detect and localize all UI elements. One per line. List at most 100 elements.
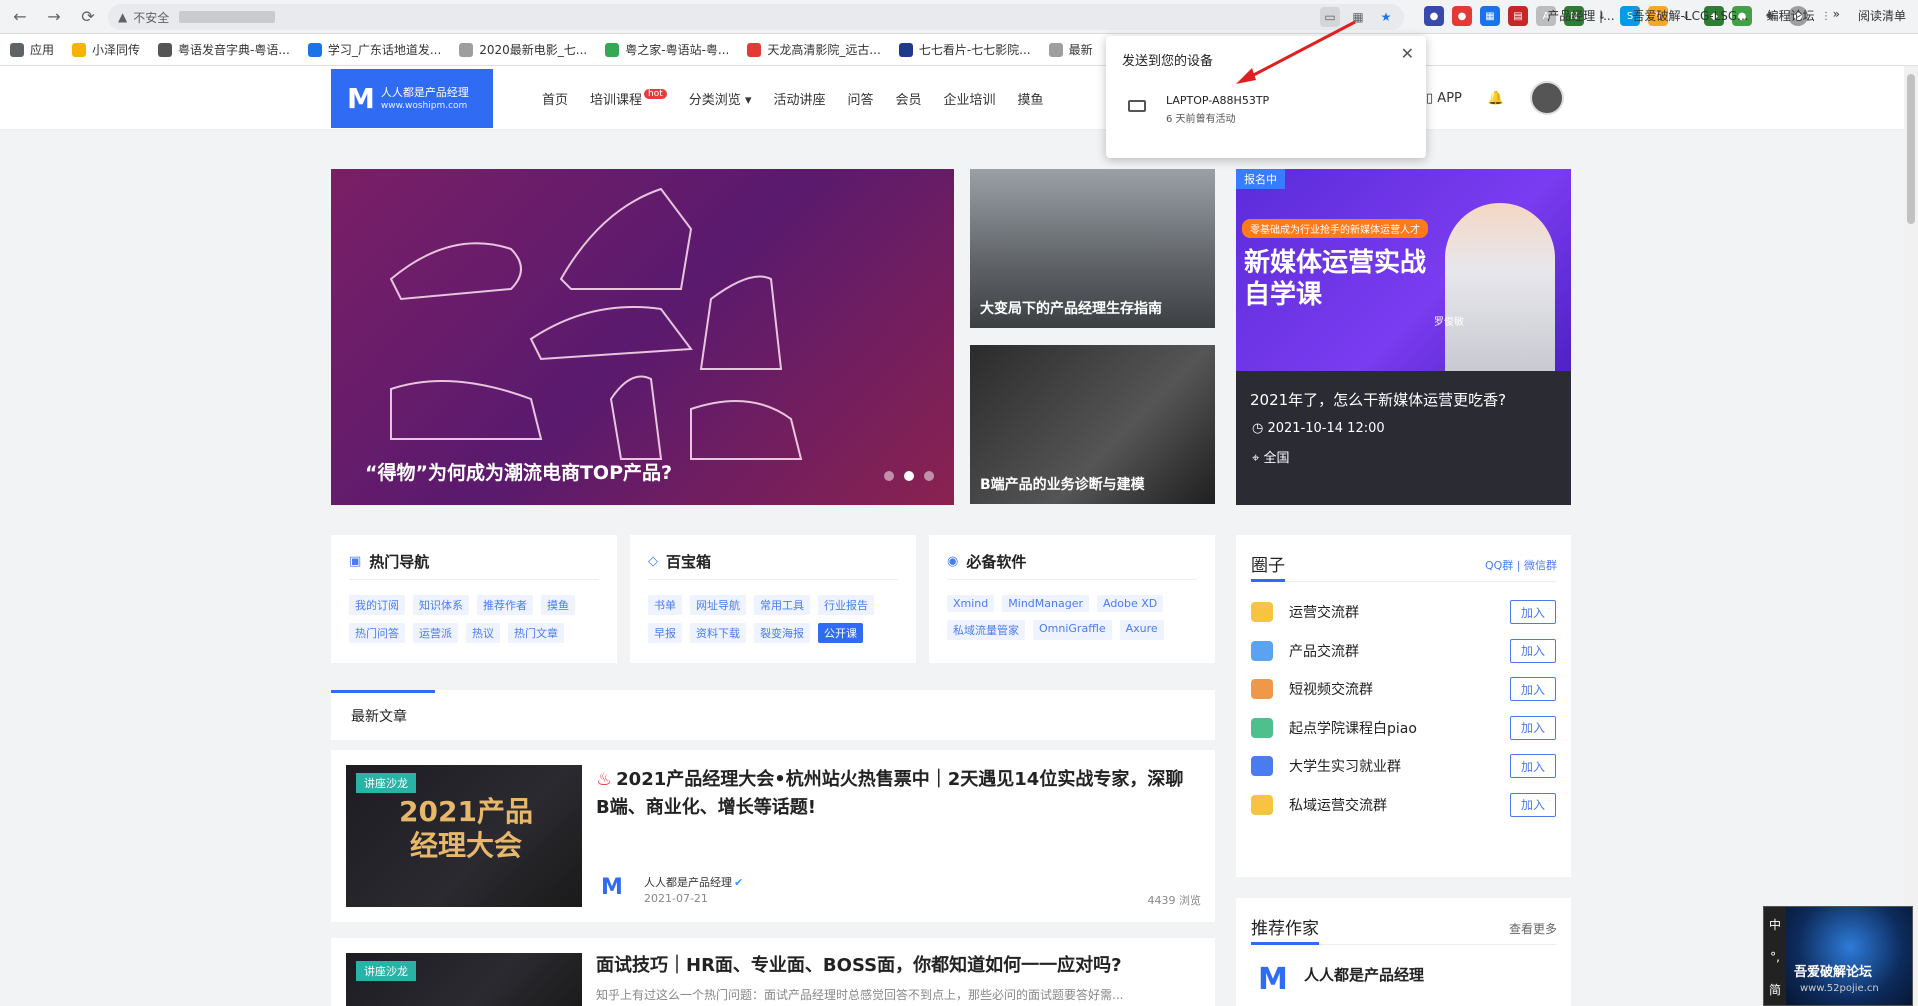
join-group-button[interactable]: 加入 <box>1510 754 1556 778</box>
scrollbar-thumb[interactable] <box>1907 74 1915 224</box>
bookmark-item[interactable]: 粤语发音字典-粤语... <box>158 41 290 58</box>
banner-side-card[interactable]: B端产品的业务诊断与建模 <box>970 345 1215 504</box>
back-icon[interactable]: ← <box>6 3 34 31</box>
bookmark-item[interactable]: 编程论坛 <box>1767 7 1815 24</box>
site-logo[interactable]: M 人人都是产品经理 www.woshipm.com <box>331 69 493 128</box>
nav-training[interactable]: 培训课程 hot <box>590 88 667 108</box>
banner-side-caption: 大变局下的产品经理生存指南 <box>980 301 1162 317</box>
chevron-down-icon: ▾ <box>744 92 752 108</box>
bookmark-favicon-icon <box>158 42 173 57</box>
article-author[interactable]: 人人都是产品经理 ✔ <box>644 874 743 890</box>
nav-events[interactable]: 活动讲座 <box>773 89 825 108</box>
page-scrollbar[interactable] <box>1904 66 1918 1006</box>
nav-home[interactable]: 首页 <box>542 89 568 108</box>
nav-tag[interactable]: Adobe XD <box>1096 595 1164 612</box>
forward-icon[interactable]: → <box>40 3 68 31</box>
bookmark-item[interactable]: 天龙高清影院_远古... <box>747 41 881 58</box>
ime-mode[interactable]: 中 <box>1769 916 1781 933</box>
nav-tag[interactable]: 我的订阅 <box>349 595 405 615</box>
nav-tag[interactable]: 热门文章 <box>508 623 564 643</box>
device-name[interactable]: LAPTOP-A88H53TP <box>1166 94 1269 107</box>
ime-punct[interactable]: °, <box>1770 950 1780 964</box>
nav-tag[interactable]: 资料下载 <box>690 623 746 643</box>
star-bookmark-icon[interactable]: ★ <box>1376 7 1396 27</box>
article-title[interactable]: ♨ 2021产品经理大会•杭州站火热售票中｜2天遇见14位实战专家，深聊B端、商业… <box>596 766 1196 822</box>
app-link[interactable]: ▯ APP <box>1426 91 1462 106</box>
extension-icon[interactable]: ▤ <box>1508 6 1528 26</box>
extension-icon[interactable]: ▦ <box>1480 6 1500 26</box>
ime-simplified[interactable]: 简 <box>1769 981 1781 998</box>
join-group-button[interactable]: 加入 <box>1510 600 1556 624</box>
bookmark-item[interactable]: 2020最新电影_七... <box>459 41 587 58</box>
bookmark-item[interactable]: 学习_广东话地道发... <box>307 41 441 58</box>
bookmark-item[interactable]: 应用 <box>10 41 54 58</box>
chat-bubble-icon <box>1251 717 1273 738</box>
nav-tag[interactable]: 私域流量管家 <box>947 620 1025 640</box>
groups-switch[interactable]: QQ群 | 微信群 <box>1485 557 1557 573</box>
article-title[interactable]: 面试技巧｜HR面、专业面、BOSS面，你都知道如何一一应对吗? <box>596 952 1196 980</box>
extension-icon[interactable]: ● <box>1452 6 1472 26</box>
nav-tag[interactable]: 运营派 <box>413 623 458 643</box>
nav-tag[interactable]: MindManager <box>1002 595 1089 612</box>
nav-tag[interactable]: 推荐作者 <box>477 595 533 615</box>
nav-browse[interactable]: 分类浏览 ▾ <box>689 89 752 108</box>
bookmark-item[interactable]: 七七看片-七七影院... <box>898 41 1031 58</box>
main-banner[interactable]: “得物”为何成为潮流电商TOP产品? <box>331 169 954 505</box>
bookmark-item[interactable]: 产品经理 |... <box>1547 7 1614 24</box>
chat-bubble-icon <box>1251 640 1273 661</box>
latest-articles-tab[interactable]: 最新文章 <box>331 690 1215 740</box>
warning-icon: ▲ <box>118 10 128 24</box>
nav-tag[interactable]: 公开课 <box>818 623 863 643</box>
close-icon[interactable]: ✕ <box>1401 44 1414 63</box>
join-group-button[interactable]: 加入 <box>1510 715 1556 740</box>
nav-tag[interactable]: 热议 <box>466 623 500 643</box>
writers-more-link[interactable]: 查看更多 <box>1509 920 1557 937</box>
bookmark-label: 天龙高清影院_远古... <box>767 43 881 57</box>
join-group-button[interactable]: 加入 <box>1510 638 1556 663</box>
join-group-button[interactable]: 加入 <box>1510 792 1556 817</box>
bookmark-item[interactable]: 小泽同传 <box>72 41 140 58</box>
bookmark-item[interactable]: 最新 <box>1048 41 1093 58</box>
article-card[interactable]: 讲座沙龙 2021产品经理大会 ♨ 2021产品经理大会•杭州站火热售票中｜2天遇… <box>331 750 1215 922</box>
user-avatar[interactable] <box>1530 81 1565 115</box>
nav-tag[interactable]: Axure <box>1119 620 1164 640</box>
article-card[interactable]: 讲座沙龙 面试技巧｜HR面、专业面、BOSS面，你都知道如何一一应对吗? 知乎上… <box>331 938 1215 1006</box>
nav-fish[interactable]: 摸鱼 <box>1018 89 1044 108</box>
bookmark-item[interactable]: 阅读清单 <box>1858 7 1906 24</box>
ime-toolbar[interactable]: 中 °, 简 <box>1764 907 1786 1005</box>
bookmark-favicon-icon <box>605 42 620 57</box>
carousel-dot[interactable] <box>904 471 914 481</box>
carousel-dot[interactable] <box>884 471 894 481</box>
nav-tag[interactable]: 摸鱼 <box>541 595 575 615</box>
bookmark-item[interactable]: 吾爱破解-LCG-LSG... <box>1633 7 1749 24</box>
article-thumbnail[interactable]: 讲座沙龙 2021产品经理大会 <box>346 765 582 907</box>
writer-name[interactable]: 人人都是产品经理 <box>1304 964 1424 985</box>
nav-tag[interactable]: Xmind <box>947 595 995 612</box>
nav-tag[interactable]: 知识体系 <box>413 595 469 615</box>
bookmark-item[interactable]: 粤之家-粤语站-粤... <box>605 41 729 58</box>
nav-tag[interactable]: 行业报告 <box>818 595 874 615</box>
bell-icon[interactable]: 🔔 <box>1488 91 1504 106</box>
ime-widget[interactable]: 中 °, 简 吾爱破解论坛 www.52pojie.cn <box>1763 906 1913 1006</box>
join-group-button[interactable]: 加入 <box>1510 677 1556 701</box>
nav-qa[interactable]: 问答 <box>847 89 873 108</box>
bookmark-item[interactable]: » <box>1833 7 1840 24</box>
address-bar[interactable]: ▲ 不安全 ▭ ▦ ★ <box>108 4 1404 30</box>
nav-tag[interactable]: 常用工具 <box>754 595 810 615</box>
event-promo-card[interactable]: 报名中 零基础成为行业抢手的新媒体运营人才 新媒体运营实战自学课 罗俊敏 202… <box>1236 169 1571 505</box>
nav-tag[interactable]: 书单 <box>648 595 682 615</box>
nav-member[interactable]: 会员 <box>896 89 922 108</box>
carousel-dot[interactable] <box>924 471 934 481</box>
reload-icon[interactable]: ⟳ <box>74 3 102 31</box>
nav-tag[interactable]: OmniGraffle <box>1033 620 1112 640</box>
banner-side-card[interactable]: 大变局下的产品经理生存指南 <box>970 169 1215 328</box>
extension-icon[interactable]: ● <box>1424 6 1444 26</box>
nav-tag[interactable]: 早报 <box>648 623 682 643</box>
nav-enterprise[interactable]: 企业培训 <box>944 89 996 108</box>
nav-tag[interactable]: 裂变海报 <box>754 623 810 643</box>
nav-tag[interactable]: 网址导航 <box>690 595 746 615</box>
nav-tag[interactable]: 热门问答 <box>349 623 405 643</box>
article-thumbnail[interactable]: 讲座沙龙 <box>346 953 582 1006</box>
promo-headline: 新媒体运营实战自学课 <box>1244 248 1427 310</box>
popup-title: 发送到您的设备 <box>1122 54 1214 69</box>
